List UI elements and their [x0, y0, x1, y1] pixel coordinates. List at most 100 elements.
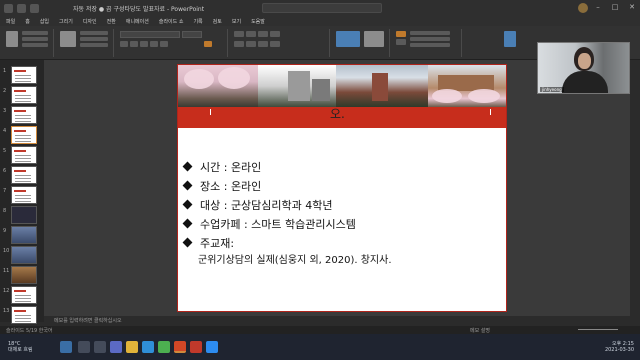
slide-thumbnail[interactable]: 1 [3, 66, 37, 84]
start-icon[interactable] [60, 341, 72, 353]
slide-thumbnail[interactable]: 11 [3, 266, 37, 284]
align-center-button[interactable] [246, 41, 256, 47]
task-view-icon[interactable] [94, 341, 106, 353]
cut-button[interactable] [22, 31, 48, 35]
menu-item[interactable]: 도움말 [251, 18, 265, 25]
copy-button[interactable] [22, 37, 48, 41]
bullet-icon [182, 180, 193, 191]
new-slide-button[interactable] [60, 31, 76, 47]
close-icon[interactable]: ✕ [628, 3, 636, 11]
slide-thumbnail[interactable]: 9 [3, 226, 37, 244]
slide-thumbnail[interactable]: 3 [3, 106, 37, 124]
avatar[interactable] [578, 3, 588, 13]
header-photos [178, 65, 506, 107]
slide-thumbnail[interactable]: 5 [3, 146, 37, 164]
cherry-blossom-photo [178, 65, 258, 107]
slide-number: 12 [3, 288, 10, 294]
menu-item[interactable]: 기록 [193, 18, 202, 25]
slide-canvas: 오. 시간 : 온라인 장소 : 온라인 대상 : 군상담심리학과 4학년 수업… [44, 60, 630, 316]
slide-thumbnail[interactable]: 8 [3, 206, 37, 224]
menu-item[interactable]: 파일 [6, 18, 15, 25]
indent-decrease-button[interactable] [258, 31, 268, 37]
numbering-button[interactable] [246, 31, 256, 37]
redo-icon[interactable] [30, 3, 39, 13]
underline-button[interactable] [140, 41, 148, 47]
voice-group [464, 29, 524, 57]
strike-button[interactable] [160, 41, 168, 47]
app-icon[interactable] [190, 341, 202, 353]
slide-number: 3 [3, 108, 7, 114]
menu-item[interactable]: 슬라이드 쇼 [159, 18, 184, 25]
indent-increase-button[interactable] [270, 31, 280, 37]
menu-item[interactable]: 전환 [107, 18, 116, 25]
taskbar: 18°C 대체로 흐림 오후 2:15 2021-03-30 [0, 334, 640, 360]
file-explorer-icon[interactable] [126, 341, 138, 353]
slide-number: 9 [3, 228, 7, 234]
minimize-icon[interactable]: – [594, 3, 602, 11]
font-size-select[interactable] [182, 31, 202, 38]
slide-number: 4 [3, 128, 7, 134]
search-icon[interactable] [78, 341, 90, 353]
shape-outline-button[interactable] [396, 39, 406, 45]
tower-photo [336, 65, 428, 107]
slide-number: 10 [3, 248, 10, 254]
font-family-select[interactable] [120, 31, 180, 38]
menu-item[interactable]: 삽입 [40, 18, 49, 25]
shadow-button[interactable] [150, 41, 158, 47]
zoom-icon[interactable] [206, 341, 218, 353]
slide-thumbnail[interactable]: 7 [3, 186, 37, 204]
reset-button[interactable] [80, 37, 108, 41]
section-button[interactable] [80, 43, 108, 47]
chrome-icon[interactable] [158, 341, 170, 353]
slide-thumbnail[interactable]: 4 [3, 126, 37, 144]
slide-thumbnail[interactable]: 2 [3, 86, 37, 104]
font-color-button[interactable] [204, 41, 212, 47]
format-painter-button[interactable] [22, 43, 48, 47]
status-left: 슬라이드 5/19 한국어 [6, 328, 53, 334]
menu-item[interactable]: 디자인 [83, 18, 97, 25]
align-left-button[interactable] [234, 41, 244, 47]
replace-button[interactable] [410, 37, 450, 41]
menu-item[interactable]: 그리기 [59, 18, 73, 25]
bold-button[interactable] [120, 41, 128, 47]
justify-button[interactable] [270, 41, 280, 47]
align-right-button[interactable] [258, 41, 268, 47]
slide-thumbnail[interactable]: 10 [3, 246, 37, 264]
paste-button[interactable] [6, 31, 18, 47]
slide-thumbnail[interactable]: 13 [3, 306, 37, 324]
edge-icon[interactable] [142, 341, 154, 353]
bullets-button[interactable] [234, 31, 244, 37]
maximize-icon[interactable]: □ [611, 3, 619, 11]
list-item: 주교재: [182, 233, 356, 252]
current-slide[interactable]: 오. 시간 : 온라인 장소 : 온라인 대상 : 군상담심리학과 4학년 수업… [177, 64, 507, 312]
powerpoint-icon[interactable] [174, 341, 186, 353]
system-tray-clock[interactable]: 오후 2:15 2021-03-30 [605, 341, 634, 353]
teams-icon[interactable] [110, 341, 122, 353]
title-band: 오. [178, 107, 506, 128]
slide-thumbnail[interactable]: 12 [3, 286, 37, 304]
find-button[interactable] [410, 31, 450, 35]
italic-button[interactable] [130, 41, 138, 47]
dictate-button[interactable] [504, 31, 516, 47]
menu-item[interactable]: 홈 [25, 18, 30, 25]
undo-icon[interactable] [17, 3, 26, 13]
notes-pane[interactable]: 메모를 입력하려면 클릭하십시오 [44, 316, 640, 326]
layout-button[interactable] [80, 31, 108, 35]
menu-item[interactable]: 애니메이션 [126, 18, 149, 25]
quick-styles-button[interactable] [364, 31, 384, 47]
slide-thumbnail[interactable]: 6 [3, 166, 37, 184]
menu-item[interactable]: 검토 [213, 18, 222, 25]
shape-fill-button[interactable] [396, 31, 406, 37]
zoom-slider[interactable] [578, 329, 618, 330]
textbook-reference: 군위기상담의 실제(심웅지 외, 2020). 창지사. [198, 255, 392, 266]
webcam-overlay[interactable]: jinhyeong [537, 42, 630, 94]
select-button[interactable] [410, 43, 450, 47]
menu-item[interactable]: 보기 [232, 18, 241, 25]
status-right[interactable]: 메모 설명 [470, 327, 490, 334]
save-icon[interactable] [4, 3, 13, 13]
slide-number: 6 [3, 168, 7, 174]
search-box[interactable] [262, 3, 382, 13]
weather-widget[interactable]: 18°C 대체로 흐림 [8, 341, 33, 353]
shapes-gallery[interactable] [336, 31, 360, 47]
list-item: 장소 : 온라인 [182, 176, 356, 195]
